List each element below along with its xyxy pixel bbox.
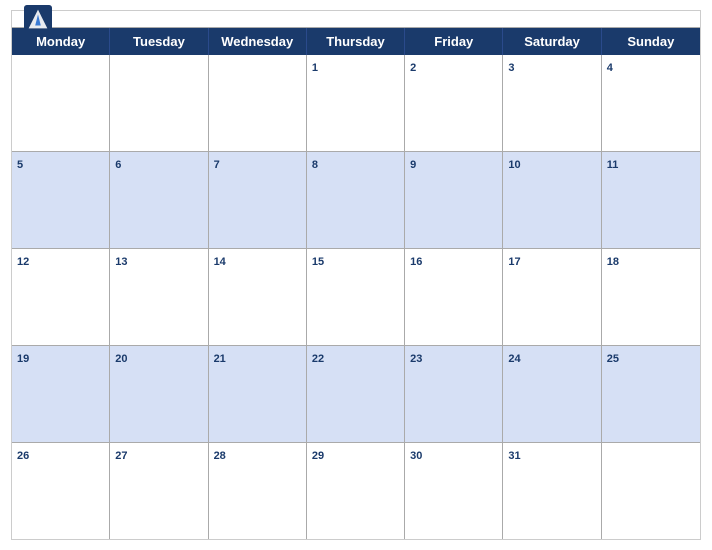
day-number: 6 xyxy=(115,159,121,171)
day-cell: 29 xyxy=(307,443,405,539)
day-number: 18 xyxy=(607,256,619,268)
day-cell: 7 xyxy=(209,152,307,248)
day-cell: 6 xyxy=(110,152,208,248)
day-cell xyxy=(602,443,700,539)
day-cell xyxy=(12,55,110,151)
day-number: 27 xyxy=(115,450,127,462)
day-number: 15 xyxy=(312,256,324,268)
day-cell: 3 xyxy=(503,55,601,151)
day-number: 21 xyxy=(214,353,226,365)
day-number: 19 xyxy=(17,353,29,365)
day-cell: 20 xyxy=(110,346,208,442)
day-number: 30 xyxy=(410,450,422,462)
day-cell: 25 xyxy=(602,346,700,442)
day-number: 26 xyxy=(17,450,29,462)
day-number: 1 xyxy=(312,62,318,74)
day-cell: 4 xyxy=(602,55,700,151)
week-row-3: 12 13 14 15 16 17 18 xyxy=(12,249,700,346)
day-cell: 16 xyxy=(405,249,503,345)
day-cell: 21 xyxy=(209,346,307,442)
day-number: 22 xyxy=(312,353,324,365)
day-number: 7 xyxy=(214,159,220,171)
day-cell: 19 xyxy=(12,346,110,442)
day-cell: 8 xyxy=(307,152,405,248)
day-cell: 17 xyxy=(503,249,601,345)
day-header-wednesday: Wednesday xyxy=(209,28,307,55)
day-header-saturday: Saturday xyxy=(503,28,601,55)
day-header-friday: Friday xyxy=(405,28,503,55)
day-number: 10 xyxy=(508,159,520,171)
day-number: 16 xyxy=(410,256,422,268)
weeks-container: 1234567891011121314151617181920212223242… xyxy=(12,55,700,539)
day-cell: 28 xyxy=(209,443,307,539)
day-cell: 10 xyxy=(503,152,601,248)
day-number: 29 xyxy=(312,450,324,462)
day-cell: 24 xyxy=(503,346,601,442)
logo-icon xyxy=(24,5,52,33)
week-row-1: 1 2 3 4 xyxy=(12,55,700,152)
day-cell: 13 xyxy=(110,249,208,345)
calendar-header xyxy=(12,11,700,27)
day-header-sunday: Sunday xyxy=(602,28,700,55)
day-number: 20 xyxy=(115,353,127,365)
day-cell: 12 xyxy=(12,249,110,345)
day-cell: 26 xyxy=(12,443,110,539)
day-number: 8 xyxy=(312,159,318,171)
day-cell xyxy=(110,55,208,151)
day-number: 25 xyxy=(607,353,619,365)
day-cell: 18 xyxy=(602,249,700,345)
day-cell: 30 xyxy=(405,443,503,539)
day-cell: 15 xyxy=(307,249,405,345)
day-cell: 22 xyxy=(307,346,405,442)
day-cell: 23 xyxy=(405,346,503,442)
day-number: 23 xyxy=(410,353,422,365)
week-row-4: 19 20 21 22 23 24 25 xyxy=(12,346,700,443)
day-cell xyxy=(209,55,307,151)
day-number: 12 xyxy=(17,256,29,268)
day-cell: 14 xyxy=(209,249,307,345)
day-header-thursday: Thursday xyxy=(307,28,405,55)
day-number: 28 xyxy=(214,450,226,462)
calendar-grid: MondayTuesdayWednesdayThursdayFridaySatu… xyxy=(12,27,700,539)
day-number: 3 xyxy=(508,62,514,74)
day-number: 14 xyxy=(214,256,226,268)
day-header-tuesday: Tuesday xyxy=(110,28,208,55)
day-number: 2 xyxy=(410,62,416,74)
day-cell: 31 xyxy=(503,443,601,539)
day-headers-row: MondayTuesdayWednesdayThursdayFridaySatu… xyxy=(12,28,700,55)
week-row-2: 5 6 7 8 9 10 11 xyxy=(12,152,700,249)
day-cell: 9 xyxy=(405,152,503,248)
calendar: MondayTuesdayWednesdayThursdayFridaySatu… xyxy=(11,10,701,540)
day-number: 9 xyxy=(410,159,416,171)
day-cell: 1 xyxy=(307,55,405,151)
day-cell: 2 xyxy=(405,55,503,151)
day-number: 4 xyxy=(607,62,613,74)
day-number: 5 xyxy=(17,159,23,171)
day-number: 31 xyxy=(508,450,520,462)
day-cell: 5 xyxy=(12,152,110,248)
day-number: 11 xyxy=(607,159,619,171)
day-number: 17 xyxy=(508,256,520,268)
logo xyxy=(24,5,56,33)
day-number: 13 xyxy=(115,256,127,268)
day-cell: 11 xyxy=(602,152,700,248)
day-cell: 27 xyxy=(110,443,208,539)
week-row-5: 26 27 28 29 30 31 xyxy=(12,443,700,539)
day-number: 24 xyxy=(508,353,520,365)
